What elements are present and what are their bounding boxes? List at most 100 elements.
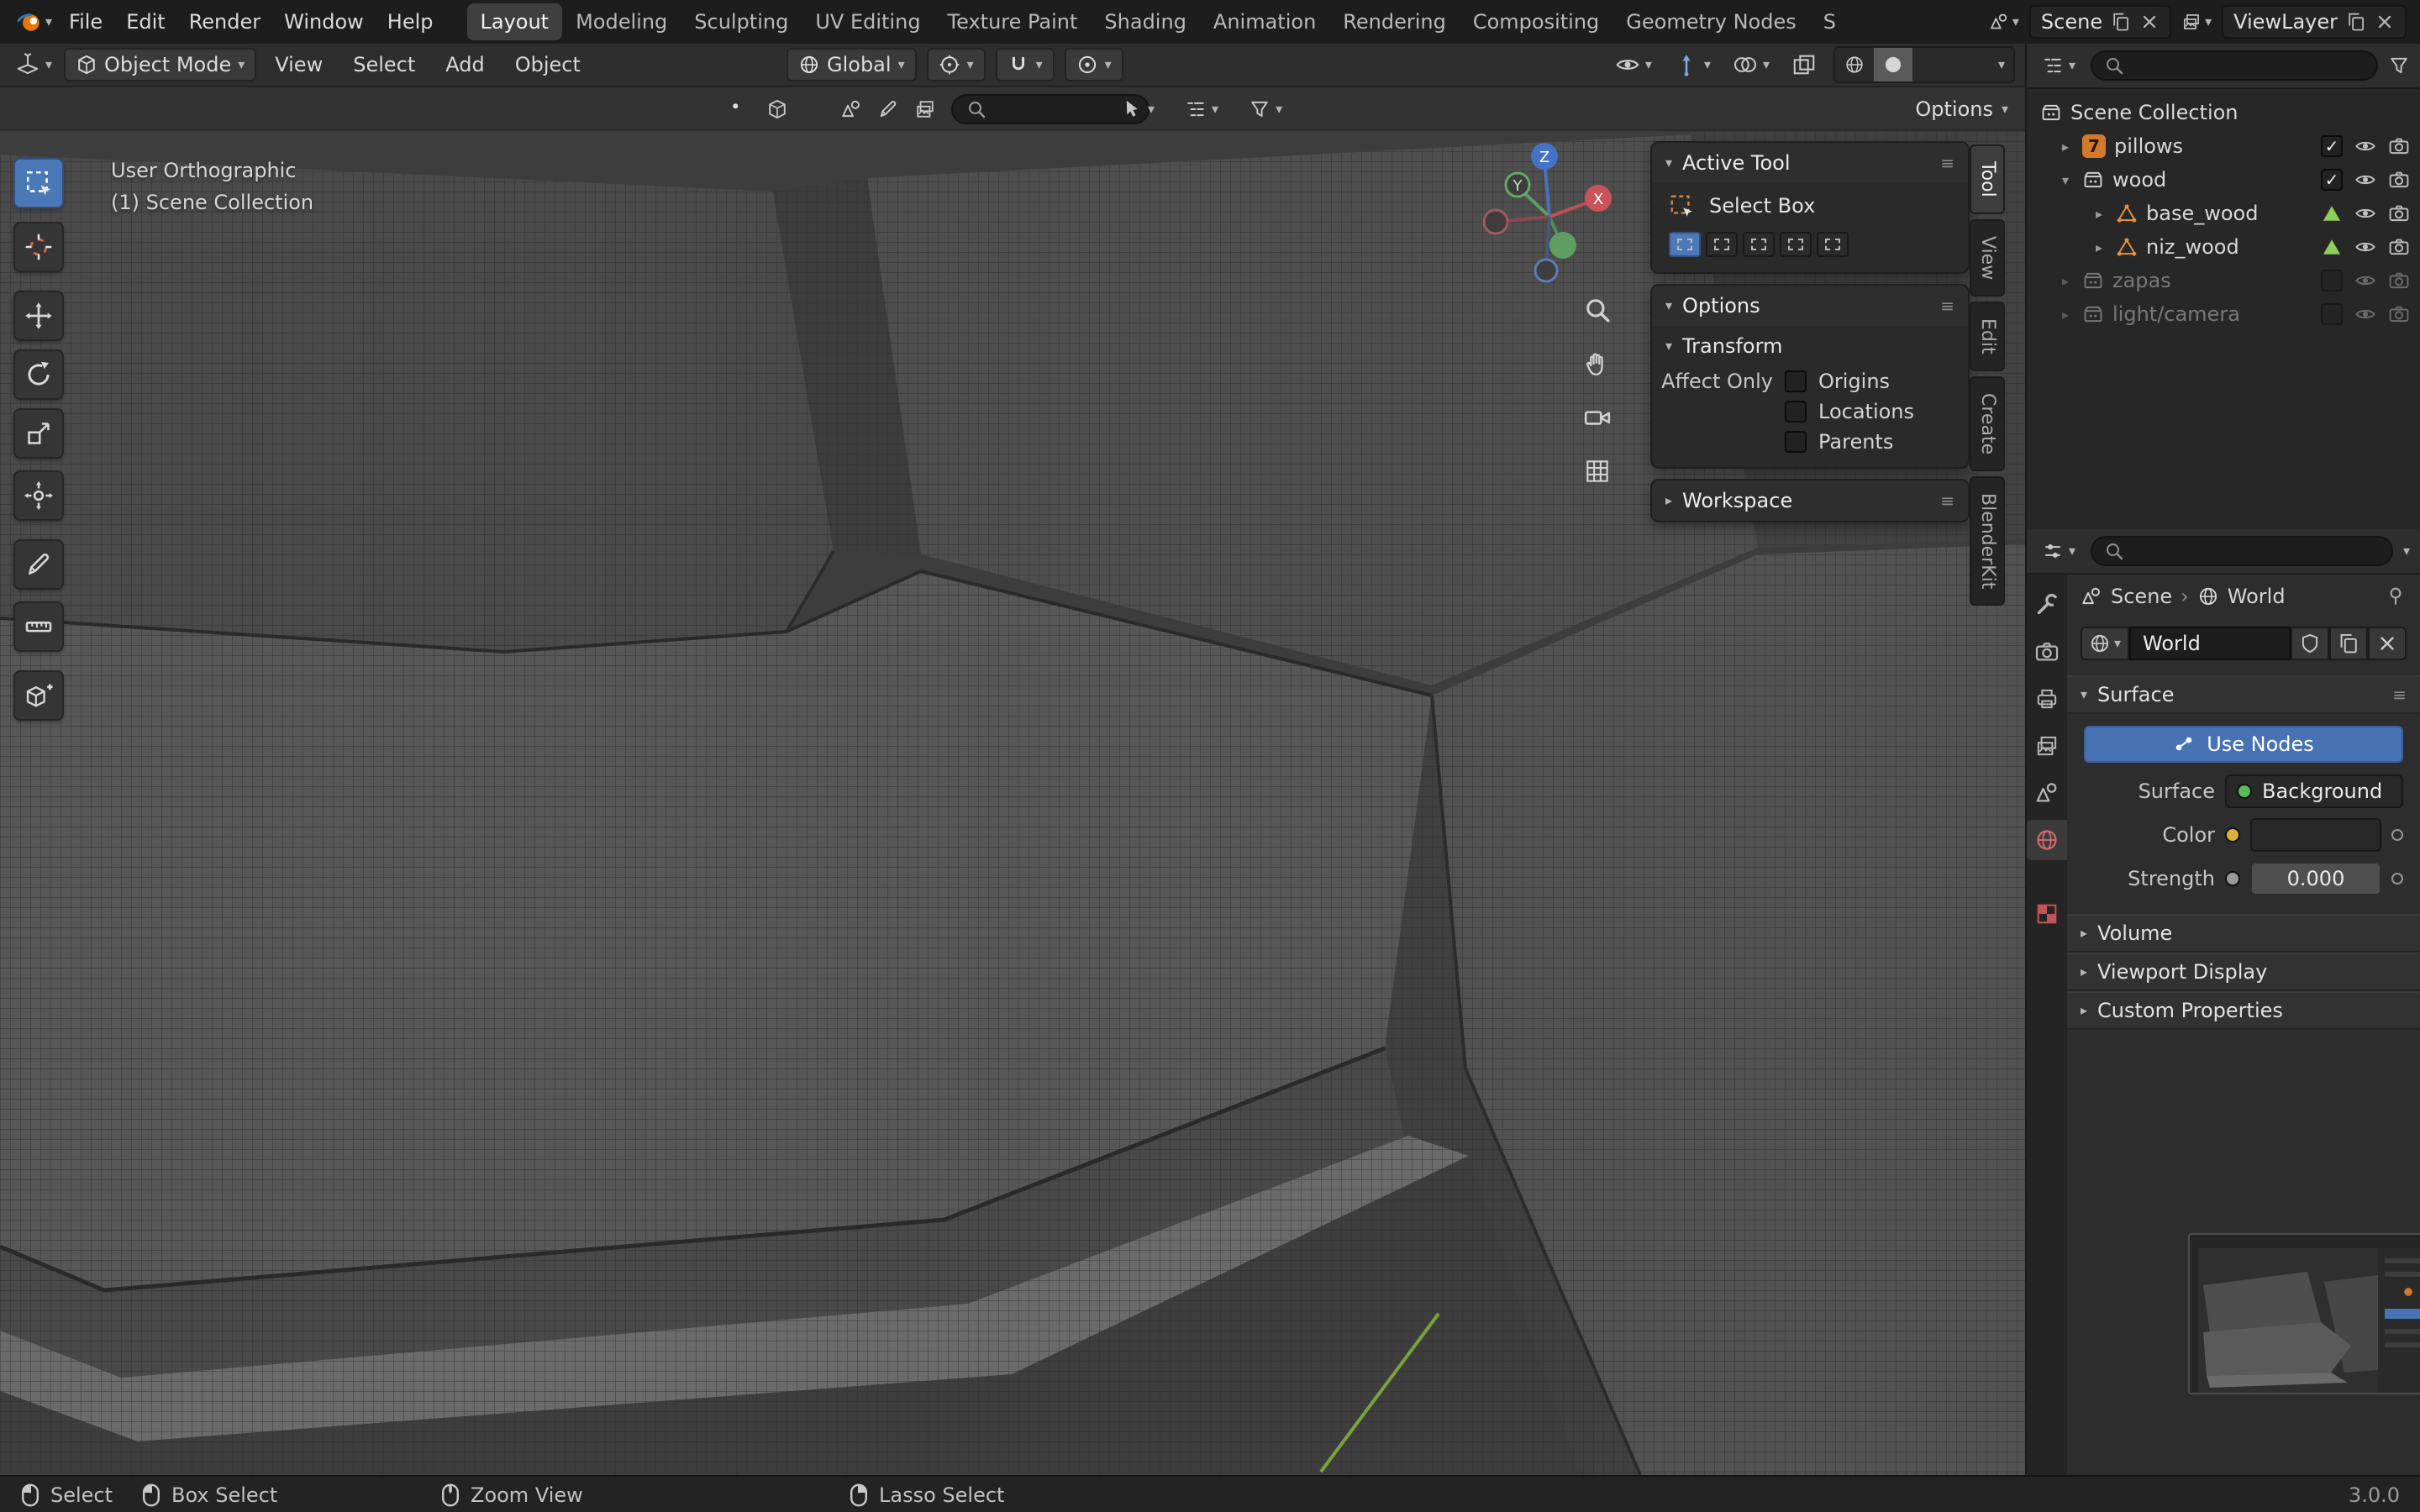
browse-viewlayer-button[interactable]: ▾ <box>2178 12 2215 32</box>
remove-viewlayer-icon[interactable] <box>2375 12 2395 32</box>
breadcrumb-world[interactable]: World <box>2228 585 2286 608</box>
blenderkit-logo-icon[interactable] <box>726 97 751 122</box>
shading-options-dropdown[interactable]: ▾ <box>1990 48 2013 81</box>
expand-arrow-icon[interactable]: ▸ <box>2057 273 2074 289</box>
shading-material-button[interactable] <box>1912 48 1951 81</box>
gizmo-y-neg-axis[interactable] <box>1549 232 1576 259</box>
properties-editor-type-button[interactable]: ▾ <box>2037 534 2081 568</box>
workspace-tab-uv-editing[interactable]: UV Editing <box>802 3 934 40</box>
light-camera-checkbox[interactable] <box>2321 303 2343 325</box>
render-visibility-icon[interactable] <box>2388 270 2410 291</box>
expand-arrow-icon[interactable]: ▸ <box>2057 307 2074 323</box>
chevron-down-icon[interactable]: ▾ <box>2403 544 2410 558</box>
object-visibility-dropdown[interactable]: ▾ <box>1610 48 1657 81</box>
outliner-row-wood[interactable]: ▾ wood ✓ <box>2027 163 2420 197</box>
menu-edit[interactable]: Edit <box>114 5 176 39</box>
fake-user-shield-button[interactable] <box>2291 627 2329 660</box>
workspace-tab-compositing[interactable]: Compositing <box>1460 3 1612 40</box>
panel-menu-icon[interactable]: ≡ <box>1940 296 1954 316</box>
viewport-display-panel-header[interactable]: ▸ Viewport Display <box>2067 953 2420 991</box>
xray-toggle[interactable] <box>1786 48 1822 81</box>
render-visibility-icon[interactable] <box>2388 236 2410 258</box>
collapse-arrow-icon[interactable]: ▾ <box>2057 172 2074 188</box>
tool-rotate[interactable] <box>13 349 64 400</box>
workspace-tab-scripting[interactable]: S <box>1810 3 1849 40</box>
panel-menu-icon[interactable]: ≡ <box>2392 685 2407 705</box>
render-visibility-icon[interactable] <box>2388 303 2410 325</box>
menu-file[interactable]: File <box>57 5 114 39</box>
outliner-row-niz-wood[interactable]: ▸ niz_wood <box>2027 230 2420 264</box>
workspace-tab-shading[interactable]: Shading <box>1091 3 1200 40</box>
hide-eye-icon[interactable] <box>2354 236 2376 258</box>
outliner-row-zapas[interactable]: ▸ zapas <box>2027 264 2420 297</box>
asset-search-input[interactable] <box>995 97 1134 121</box>
render-visibility-icon[interactable] <box>2388 202 2410 224</box>
new-viewlayer-icon[interactable] <box>2346 12 2366 32</box>
origins-checkbox[interactable] <box>1785 370 1807 392</box>
workspace-tab-sculpting[interactable]: Sculpting <box>681 3 802 40</box>
world-name-field[interactable]: World <box>2129 627 2291 660</box>
gizmo-x-neg-axis[interactable] <box>1484 210 1507 234</box>
display-list-dropdown[interactable]: ▾ <box>1180 92 1223 126</box>
editor-type-button[interactable]: ▾ <box>10 48 57 81</box>
tool-mode-dropdown[interactable]: ▾ <box>1116 92 1160 126</box>
select-mode-extend[interactable] <box>1706 232 1738 257</box>
pivot-point-selector[interactable]: ▾ <box>927 48 986 81</box>
ortho-grid-icon[interactable] <box>1583 457 1612 486</box>
active-tool-panel-header[interactable]: ▾ Active Tool ≡ <box>1652 143 1968 183</box>
tool-annotate[interactable] <box>13 539 64 590</box>
tab-render[interactable] <box>2027 632 2067 672</box>
overlays-toggle[interactable]: ▾ <box>1728 48 1775 81</box>
orientation-selector[interactable]: Global ▾ <box>786 48 917 81</box>
workspace-tab-rendering[interactable]: Rendering <box>1329 3 1460 40</box>
snap-toggle[interactable]: ▾ <box>996 48 1055 81</box>
hide-eye-icon[interactable] <box>2354 202 2376 224</box>
viewport-canvas[interactable]: User Orthographic (1) Scene Collection <box>0 131 2025 1475</box>
asset-type-model-icon[interactable] <box>766 98 788 120</box>
tab-output[interactable] <box>2027 679 2067 719</box>
wood-checkbox[interactable]: ✓ <box>2321 169 2343 191</box>
select-mode-new[interactable] <box>1669 232 1701 257</box>
animate-dot-icon[interactable] <box>2391 873 2403 885</box>
expand-arrow-icon[interactable]: ▸ <box>2057 139 2074 155</box>
sidebar-tab-tool[interactable]: Tool <box>1970 144 2005 214</box>
outliner-row-light-camera[interactable]: ▸ light/camera <box>2027 297 2420 331</box>
new-scene-icon[interactable] <box>2111 12 2131 32</box>
strength-slider[interactable]: 0.000 <box>2250 862 2381 895</box>
select-mode-subtract[interactable] <box>1743 232 1775 257</box>
outliner-filter-icon[interactable] <box>2388 55 2410 76</box>
render-visibility-icon[interactable] <box>2388 169 2410 191</box>
options-panel-header[interactable]: ▾ Options ≡ <box>1652 286 1968 326</box>
blender-logo-icon[interactable]: ▾ <box>13 9 55 34</box>
shading-wireframe-button[interactable] <box>1835 48 1874 81</box>
hide-eye-icon[interactable] <box>2354 135 2376 157</box>
navigation-gizmo[interactable]: Z Y X <box>1472 138 1627 292</box>
shading-solid-button[interactable] <box>1874 48 1912 81</box>
tab-texture[interactable] <box>2027 894 2067 934</box>
menu-select[interactable]: Select <box>341 48 427 81</box>
workspace-tab-modeling[interactable]: Modeling <box>562 3 681 40</box>
menu-add[interactable]: Add <box>434 48 496 81</box>
parents-checkbox[interactable] <box>1785 431 1807 453</box>
tab-tool[interactable] <box>2027 585 2067 625</box>
unlink-world-button[interactable] <box>2368 627 2407 660</box>
workspace-tab-animation[interactable]: Animation <box>1200 3 1329 40</box>
active-tool-row[interactable]: Select Box <box>1652 183 1968 228</box>
outliner-row-base-wood[interactable]: ▸ base_wood <box>2027 197 2420 230</box>
hide-eye-icon[interactable] <box>2354 169 2376 191</box>
locations-checkbox[interactable] <box>1785 401 1807 423</box>
gizmo-z-neg-axis[interactable] <box>1535 260 1557 281</box>
asset-type-hdr-icon[interactable] <box>914 98 936 120</box>
zapas-checkbox[interactable] <box>2321 270 2343 291</box>
unlink-scene-icon[interactable] <box>2139 12 2160 32</box>
select-mode-invert[interactable] <box>1780 232 1812 257</box>
zoom-icon[interactable] <box>1583 296 1612 324</box>
outliner-editor-type-button[interactable]: ▾ <box>2037 49 2081 82</box>
tool-move[interactable] <box>13 291 64 341</box>
menu-view[interactable]: View <box>263 48 334 81</box>
asset-type-brush-icon[interactable] <box>877 98 899 120</box>
menu-window[interactable]: Window <box>272 5 376 39</box>
hide-eye-icon[interactable] <box>2354 270 2376 291</box>
pin-icon[interactable] <box>2385 585 2407 607</box>
volume-panel-header[interactable]: ▸ Volume <box>2067 914 2420 953</box>
